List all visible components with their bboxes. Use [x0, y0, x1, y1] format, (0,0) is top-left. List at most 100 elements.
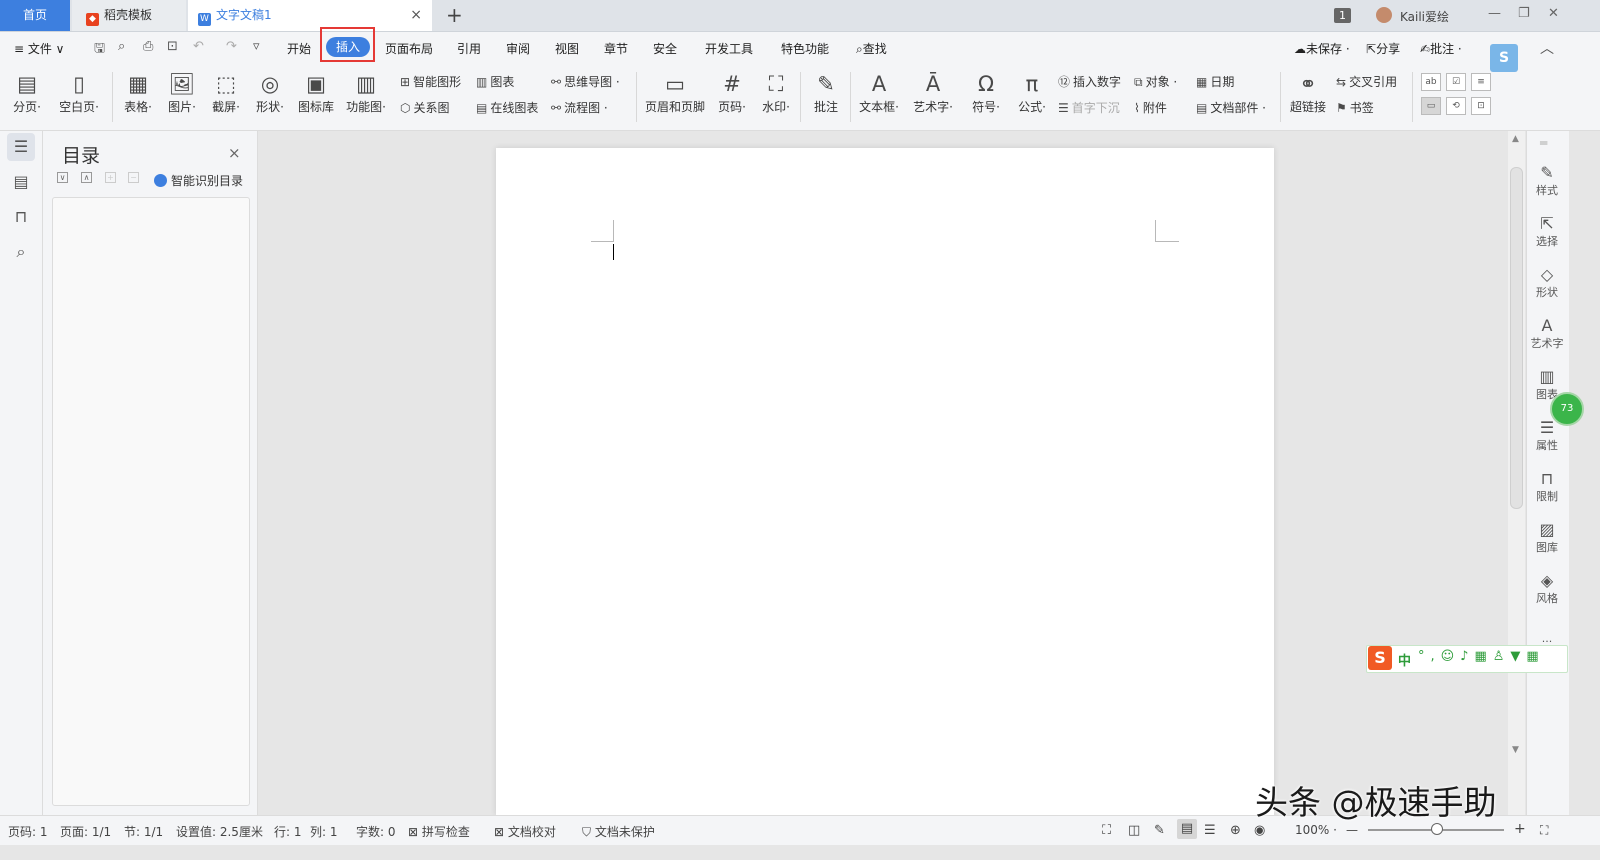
symbol-button[interactable]: Ω 符号·	[964, 70, 1008, 115]
picture-button[interactable]: 🖼 图片·	[162, 70, 202, 115]
avatar[interactable]	[1376, 7, 1392, 23]
status-row[interactable]: 行: 1	[274, 823, 302, 840]
theme-panel-button[interactable]: ◈ 风格	[1530, 572, 1564, 606]
expand-all-icon[interactable]: ∨	[57, 172, 68, 183]
tab-review[interactable]: 审阅	[506, 40, 530, 57]
collapse-ribbon-icon[interactable]: ︿	[1540, 38, 1554, 58]
watermark-button[interactable]: ⛶ 水印·	[756, 70, 796, 115]
user-name[interactable]: Kaili爱绘	[1400, 8, 1449, 25]
flowchart-button[interactable]: ⚯ 流程图 ·	[551, 99, 608, 116]
zoom-in-button[interactable]: +	[1514, 821, 1526, 837]
layout-b-icon[interactable]: ⟲	[1446, 97, 1466, 115]
chart-button[interactable]: ▥ 图表	[476, 73, 514, 90]
scrollbar-thumb[interactable]	[1510, 167, 1523, 509]
page-break-button[interactable]: ▤ 分页·	[6, 70, 48, 115]
shape-button[interactable]: ◎ 形状·	[250, 70, 290, 115]
ime-language-toggle[interactable]: 中	[1398, 650, 1411, 669]
object-button[interactable]: ⧉ 对象 ·	[1134, 73, 1177, 90]
doc-protect-button[interactable]: ⛉ 文档未保护	[582, 823, 655, 840]
ime-logo-icon[interactable]: S	[1368, 646, 1392, 670]
formula-button[interactable]: π 公式·	[1010, 70, 1054, 115]
tab-document[interactable]: W 文字文稿1 ×	[188, 0, 432, 31]
outline-view-icon[interactable]: ☰	[1204, 823, 1216, 838]
insert-number-button[interactable]: ⑫ 插入数字	[1058, 73, 1121, 90]
floating-assistant-icon[interactable]: S	[1490, 44, 1518, 72]
close-tab-icon[interactable]: ×	[410, 0, 422, 31]
zoom-slider-handle[interactable]	[1431, 823, 1443, 835]
minimize-button[interactable]: —	[1488, 6, 1501, 21]
word-art-button[interactable]: Ā 艺术字·	[908, 70, 958, 115]
status-setting[interactable]: 设置值: 2.5厘米	[176, 823, 263, 840]
toc-nav-icon[interactable]: ☰	[7, 133, 35, 161]
style-panel-button[interactable]: ✎ 样式	[1530, 164, 1564, 198]
spell-check-button[interactable]: ⊠ 拼写检查	[408, 823, 470, 840]
select-panel-button[interactable]: ⇱ 选择	[1530, 215, 1564, 249]
restore-button[interactable]: ❐	[1518, 6, 1530, 21]
ime-tool-icons[interactable]: °,☺♪▦♙▼▦	[1418, 649, 1545, 664]
add-level-icon[interactable]: +	[105, 172, 116, 183]
comment-menu-button[interactable]: ✍批注 ·	[1420, 40, 1462, 57]
layout-a-icon[interactable]: ▭	[1421, 97, 1441, 115]
page-view-icon[interactable]: ▤	[1177, 819, 1197, 839]
shape-panel-button[interactable]: ◇ 形状	[1530, 266, 1564, 300]
table-button[interactable]: ▦ 表格·	[118, 70, 158, 115]
layout-c-icon[interactable]: ⊡	[1471, 97, 1491, 115]
format-painter-icon[interactable]: ⌕	[118, 39, 125, 54]
text-direction-icon[interactable]: ab	[1421, 73, 1441, 91]
print-preview-icon[interactable]: ⊡	[167, 39, 178, 54]
file-menu[interactable]: ≡ 文件 ∨	[14, 40, 64, 57]
remove-level-icon[interactable]: −	[128, 172, 139, 183]
blank-page-button[interactable]: ▯ 空白页·	[54, 70, 104, 115]
floating-badge[interactable]: 73	[1550, 392, 1584, 426]
attachment-button[interactable]: ⌇ 附件	[1134, 99, 1167, 116]
smart-graphic-button[interactable]: ⊞ 智能图形	[400, 73, 461, 90]
save-icon[interactable]: 🖫	[94, 39, 105, 61]
collapse-all-icon[interactable]: ∧	[81, 172, 92, 183]
status-pages[interactable]: 页面: 1/1	[60, 823, 111, 840]
customize-quick-access-icon[interactable]: ▿	[253, 39, 260, 54]
mind-map-button[interactable]: ⚯ 思维导图 ·	[551, 73, 620, 90]
share-button[interactable]: ⇱分享	[1366, 40, 1400, 57]
edit-mode-icon[interactable]: ✎	[1154, 823, 1165, 838]
tab-docer-templates[interactable]: ◆ 稻壳模板	[72, 0, 186, 31]
comment-button[interactable]: ✎ 批注	[806, 70, 846, 115]
form-field-icon[interactable]: ☑	[1446, 73, 1466, 91]
tab-references[interactable]: 引用	[457, 40, 481, 57]
drop-cap-button[interactable]: ☰ 首字下沉	[1058, 99, 1120, 116]
reading-mode-icon[interactable]: ◫	[1128, 823, 1140, 838]
page-thumbnail-icon[interactable]: ▤	[7, 168, 35, 196]
textbox-button[interactable]: A 文本框·	[854, 70, 904, 115]
tab-developer[interactable]: 开发工具	[705, 40, 753, 57]
zoom-level[interactable]: 100% ·	[1295, 823, 1337, 837]
list-field-icon[interactable]: ≡	[1471, 73, 1491, 91]
web-view-icon[interactable]: ⊕	[1230, 823, 1241, 838]
scroll-up-icon[interactable]: ▲	[1512, 134, 1519, 144]
search-button[interactable]: ⌕查找	[856, 40, 887, 57]
gallery-panel-button[interactable]: ▨ 图库	[1530, 521, 1564, 555]
zoom-out-button[interactable]: —	[1346, 823, 1358, 837]
print-icon[interactable]: ⎙	[143, 39, 153, 54]
fullscreen-icon[interactable]: ⛶	[1102, 823, 1111, 838]
relation-chart-button[interactable]: ⬡ 关系图	[400, 99, 450, 116]
undo-icon[interactable]: ↶	[193, 39, 204, 54]
date-button[interactable]: ▦ 日期	[1196, 73, 1234, 90]
status-word-count[interactable]: 字数: 0	[356, 823, 396, 840]
status-col[interactable]: 列: 1	[310, 823, 338, 840]
tab-page-layout[interactable]: 页面布局	[385, 40, 433, 57]
unsaved-status[interactable]: ☁未保存 ·	[1294, 40, 1350, 57]
restrict-panel-button[interactable]: ⊓ 限制	[1530, 470, 1564, 504]
wordart-panel-button[interactable]: A 艺术字	[1530, 317, 1564, 351]
icon-library-button[interactable]: ▣ 图标库	[294, 70, 338, 115]
tab-chapter[interactable]: 章节	[604, 40, 628, 57]
screenshot-button[interactable]: ⬚ 截屏·	[206, 70, 246, 115]
bookmark-button[interactable]: ⚑ 书签	[1336, 99, 1374, 116]
header-footer-button[interactable]: ▭ 页眉和页脚	[642, 70, 708, 115]
doc-proof-button[interactable]: ⊠ 文档校对	[494, 823, 556, 840]
window-count-badge[interactable]: 1	[1334, 8, 1351, 23]
tab-security[interactable]: 安全	[653, 40, 677, 57]
close-window-button[interactable]: ✕	[1548, 6, 1559, 21]
function-chart-button[interactable]: ▥ 功能图·	[342, 70, 390, 115]
tab-view[interactable]: 视图	[555, 40, 579, 57]
eye-protection-icon[interactable]: ◉	[1254, 823, 1265, 838]
tab-special-features[interactable]: 特色功能	[781, 40, 829, 57]
